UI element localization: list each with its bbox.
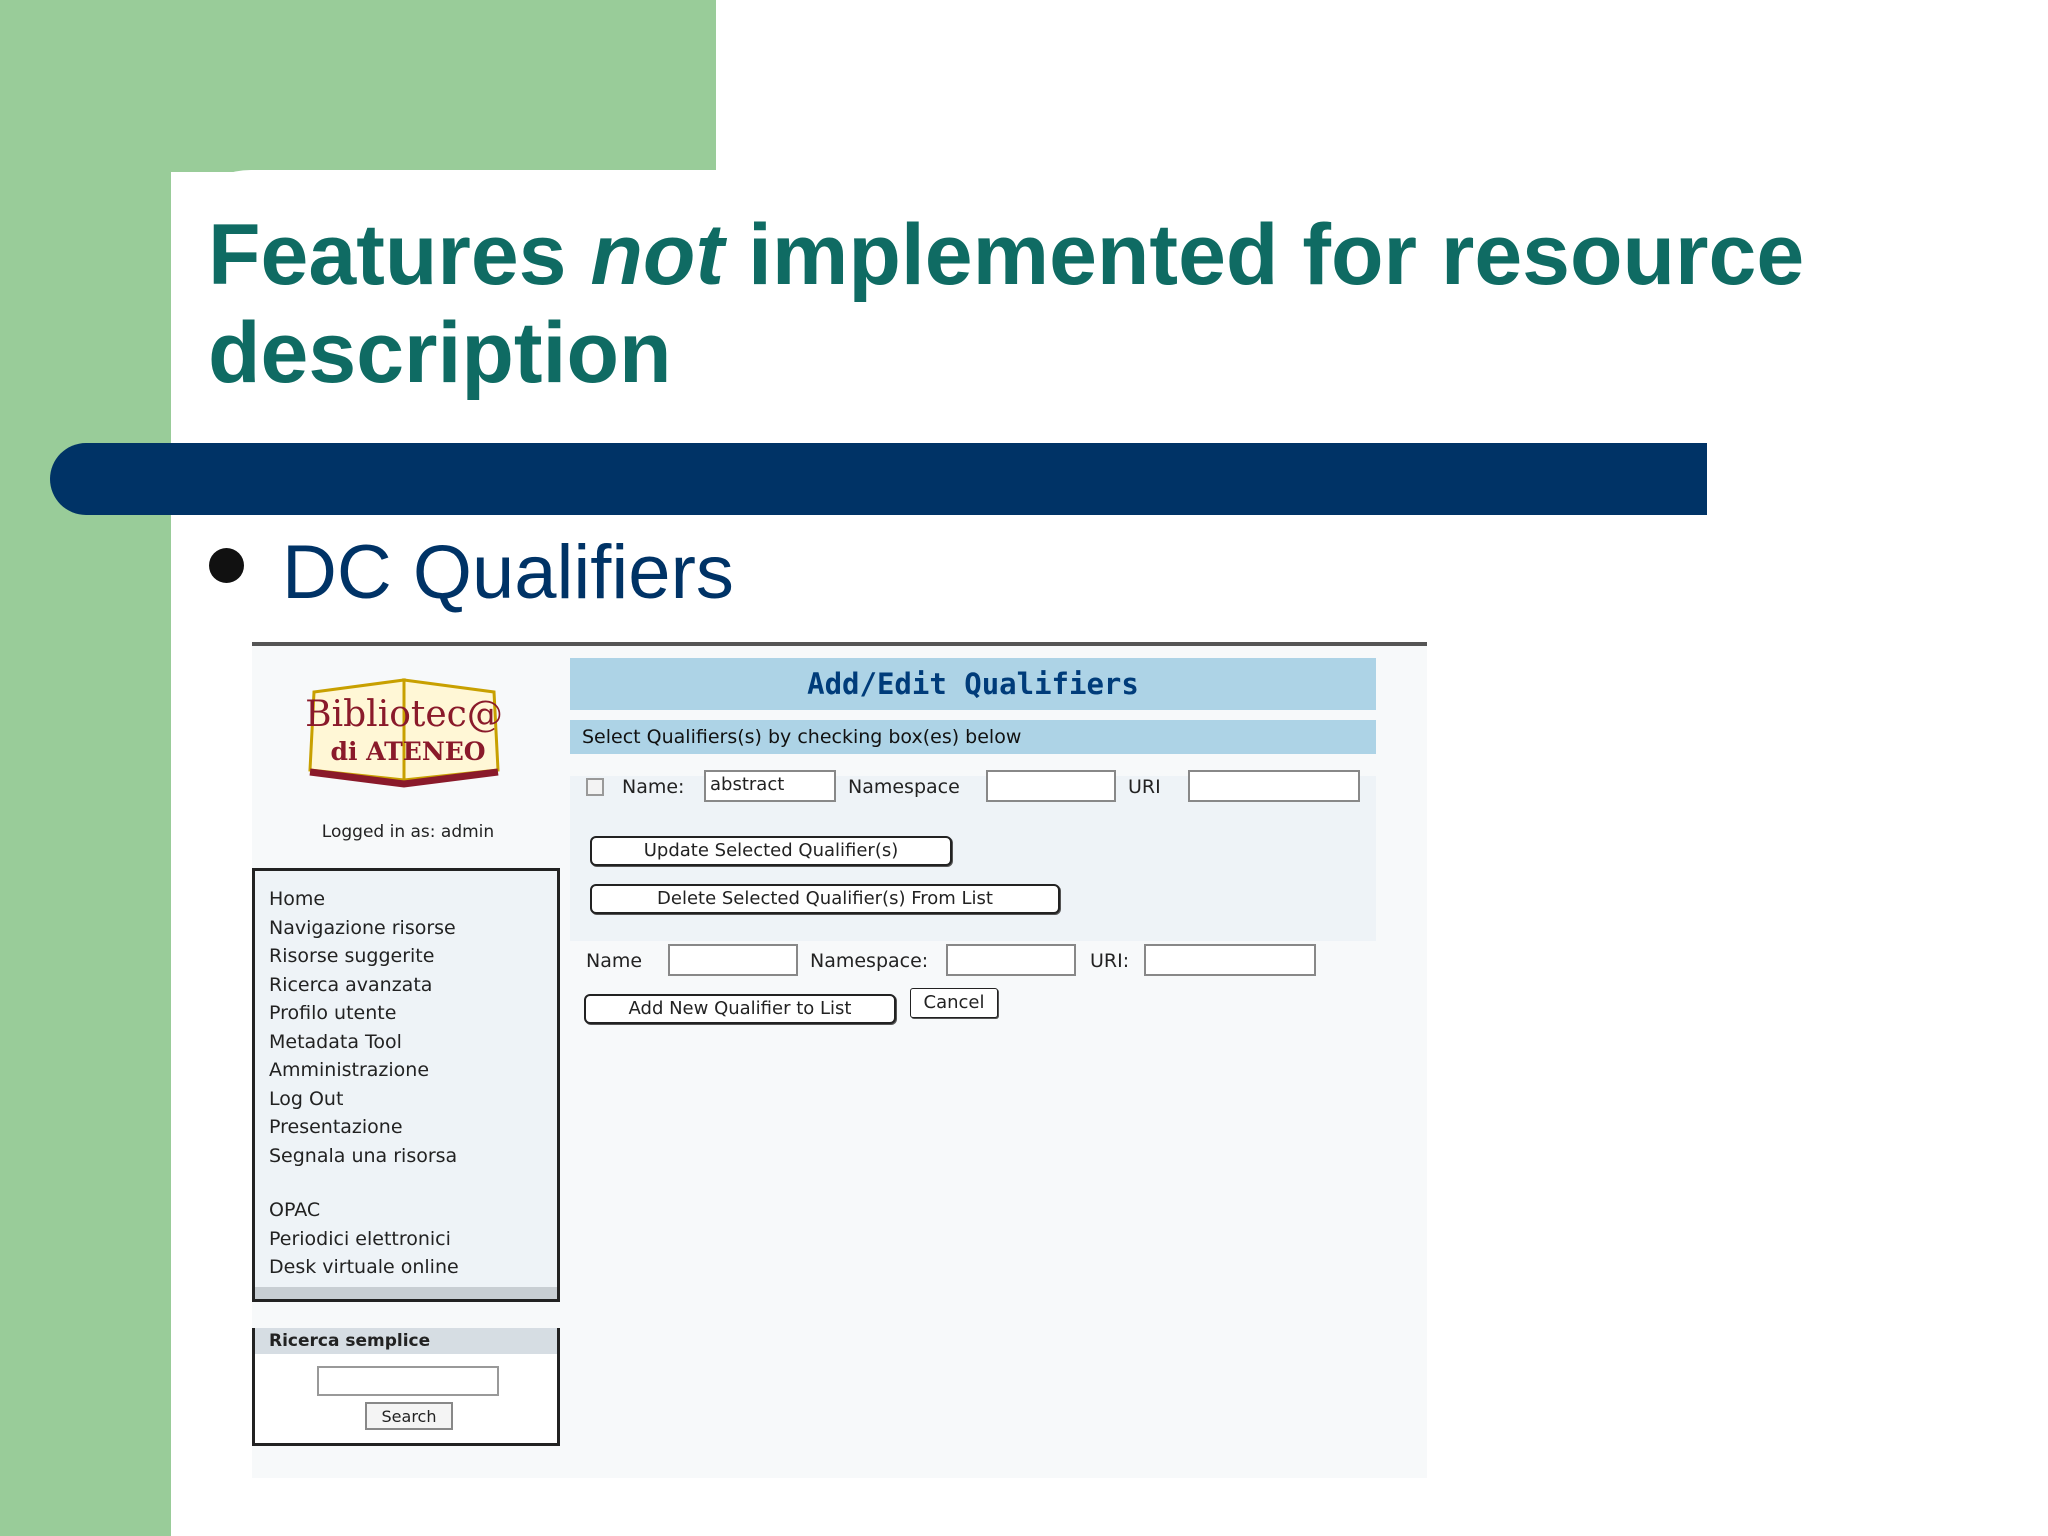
new-namespace-label: Namespace: <box>810 950 929 972</box>
simple-search-panel: Ricerca semplice Search <box>252 1328 560 1446</box>
existing-name-field[interactable]: abstract <box>704 770 836 802</box>
nav-item-periodici-elettronici[interactable]: Periodici elettronici <box>269 1225 459 1254</box>
nav-item-segnala-risorsa[interactable]: Segnala una risorsa <box>269 1142 459 1171</box>
title-divider-band <box>50 443 1707 515</box>
existing-uri-field[interactable] <box>1188 770 1360 802</box>
nav-footer-strip <box>255 1287 557 1299</box>
nav-item-ricerca-avanzata[interactable]: Ricerca avanzata <box>269 971 459 1000</box>
existing-name-label: Name: <box>622 776 685 798</box>
logged-in-status: Logged in as: admin <box>321 822 495 842</box>
bullet-dot-icon <box>209 548 244 583</box>
existing-qualifier-row: Name: abstract Namespace URI <box>586 770 1376 804</box>
nav-item-risorse-suggerite[interactable]: Risorse suggerite <box>269 942 459 971</box>
new-namespace-field[interactable] <box>946 944 1076 976</box>
simple-search-input[interactable] <box>317 1366 499 1396</box>
simple-search-heading: Ricerca semplice <box>255 1328 557 1354</box>
new-name-field[interactable] <box>668 944 798 976</box>
new-uri-field[interactable] <box>1144 944 1316 976</box>
title-emphasis: not <box>590 207 725 303</box>
side-navigation: Home Navigazione risorse Risorse suggeri… <box>252 868 560 1302</box>
add-new-qualifier-button[interactable]: Add New Qualifier to List <box>584 994 896 1024</box>
delete-selected-qualifiers-button[interactable]: Delete Selected Qualifier(s) From List <box>590 884 1060 914</box>
nav-item-home[interactable]: Home <box>269 885 459 914</box>
update-selected-qualifiers-button[interactable]: Update Selected Qualifier(s) <box>590 836 952 866</box>
cancel-button[interactable]: Cancel <box>910 988 998 1018</box>
nav-item-desk-virtuale[interactable]: Desk virtuale online <box>269 1253 459 1282</box>
bullet-text: DC Qualifiers <box>282 530 734 615</box>
green-side-bar <box>0 0 171 1536</box>
slide-title: Features not implemented for resource de… <box>208 207 1805 401</box>
nav-list: Home Navigazione risorse Risorse suggeri… <box>269 885 459 1282</box>
nav-item-presentazione[interactable]: Presentazione <box>269 1113 459 1142</box>
nav-item-opac[interactable]: OPAC <box>269 1196 459 1225</box>
new-name-label: Name <box>586 950 643 972</box>
new-uri-label: URI: <box>1090 950 1130 972</box>
nav-item-metadata-tool[interactable]: Metadata Tool <box>269 1028 459 1057</box>
search-button[interactable]: Search <box>365 1402 453 1430</box>
logo-line1: Bibliotec@ <box>305 694 503 735</box>
nav-item-navigazione-risorse[interactable]: Navigazione risorse <box>269 914 459 943</box>
page-title: Add/Edit Qualifiers <box>570 658 1376 710</box>
new-qualifier-row: Name Namespace: URI: <box>586 944 1376 978</box>
nav-item-log-out[interactable]: Log Out <box>269 1085 459 1114</box>
bibliotec-logo: Bibliotec@ di ATENEO <box>305 678 503 788</box>
existing-namespace-field[interactable] <box>986 770 1116 802</box>
app-screenshot: Bibliotec@ di ATENEO Logged in as: admin… <box>252 642 1427 1478</box>
green-top-block <box>0 0 716 172</box>
logo-line2: di ATENEO <box>330 737 485 766</box>
nav-item-profilo-utente[interactable]: Profilo utente <box>269 999 459 1028</box>
existing-namespace-label: Namespace <box>848 776 960 798</box>
select-instruction: Select Qualifiers(s) by checking box(es)… <box>570 720 1376 754</box>
nav-item-amministrazione[interactable]: Amministrazione <box>269 1056 459 1085</box>
qualifier-select-checkbox[interactable] <box>586 778 604 796</box>
existing-uri-label: URI <box>1128 776 1161 798</box>
